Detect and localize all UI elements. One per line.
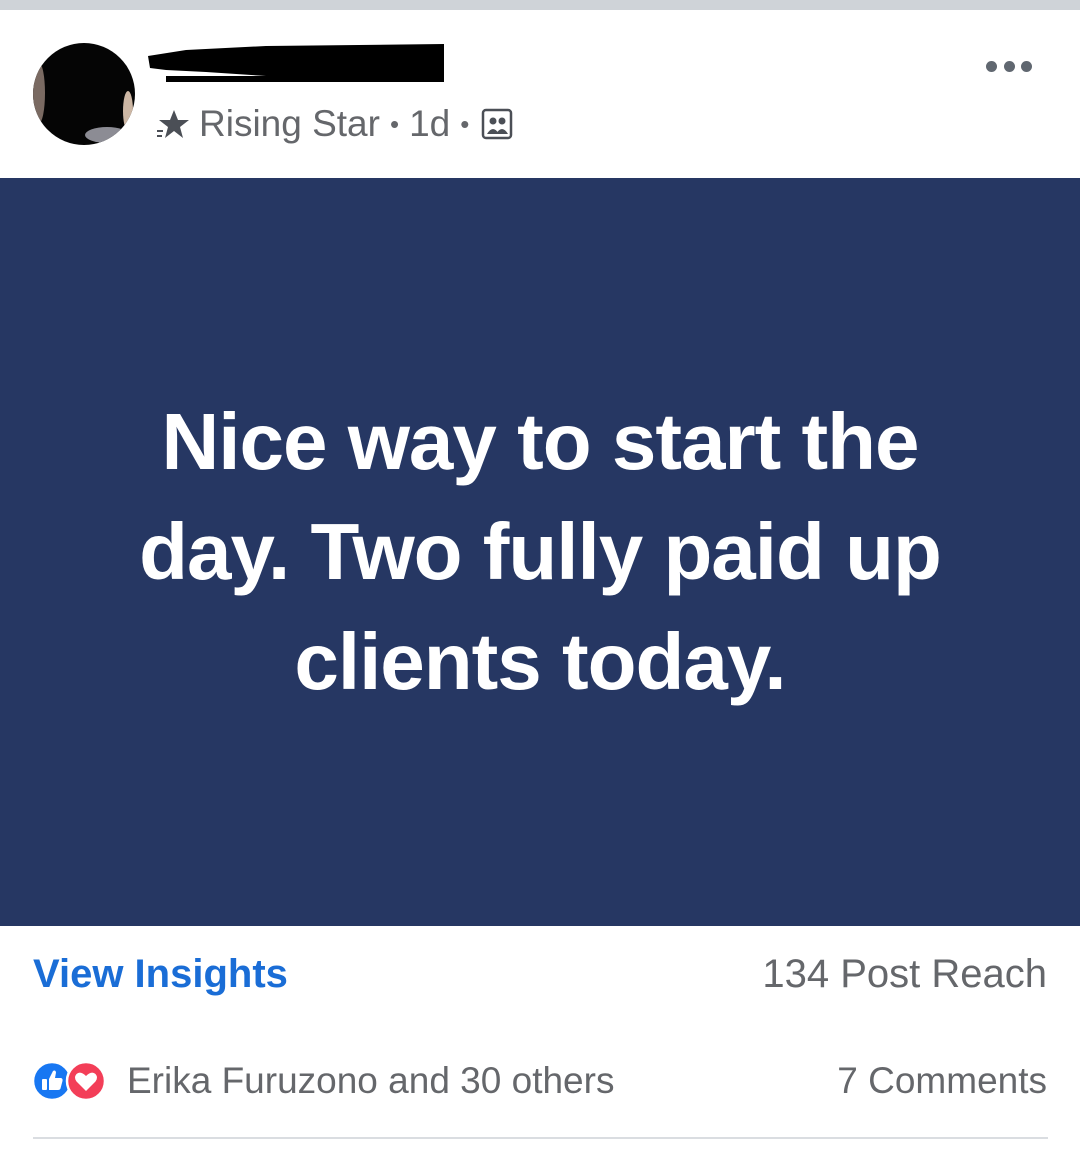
view-insights-link[interactable]: View Insights	[33, 952, 288, 997]
meta-separator: •	[389, 108, 400, 139]
more-dot	[1021, 60, 1032, 72]
post-meta: Rising Star • 1d •	[157, 102, 513, 146]
author-badge[interactable]: Rising Star	[199, 103, 380, 145]
more-dot	[1003, 60, 1015, 72]
rising-star-icon	[157, 110, 189, 138]
reactions-row: Erika Furuzono and 30 others 7 Comments	[0, 1040, 1080, 1120]
post-body-text: Nice way to start the day. Two fully pai…	[139, 397, 942, 706]
post-reach-count: 134 Post Reach	[762, 952, 1047, 996]
reactions-summary[interactable]: Erika Furuzono and 30 others	[127, 1060, 614, 1102]
comments-count[interactable]: 7 Comments	[837, 1060, 1047, 1102]
avatar-detail	[123, 91, 133, 131]
post-timestamp[interactable]: 1d	[409, 103, 450, 145]
post-text-banner: Nice way to start the day. Two fully pai…	[0, 178, 1080, 926]
avatar-detail	[85, 127, 129, 143]
insights-row: View Insights 134 Post Reach	[0, 926, 1080, 1026]
post-header: Rising Star • 1d •	[0, 10, 1080, 178]
divider	[33, 1137, 1048, 1139]
more-options-icon[interactable]	[986, 56, 1032, 76]
avatar-detail	[33, 63, 45, 123]
meta-separator: •	[460, 108, 470, 139]
author-avatar[interactable]	[33, 43, 135, 145]
author-name-redacted[interactable]	[146, 42, 446, 84]
reaction-icons[interactable]	[31, 1060, 117, 1102]
top-strip	[0, 0, 1080, 10]
more-dot	[986, 60, 997, 72]
love-icon	[65, 1060, 107, 1102]
audience-group-icon[interactable]	[481, 108, 513, 140]
